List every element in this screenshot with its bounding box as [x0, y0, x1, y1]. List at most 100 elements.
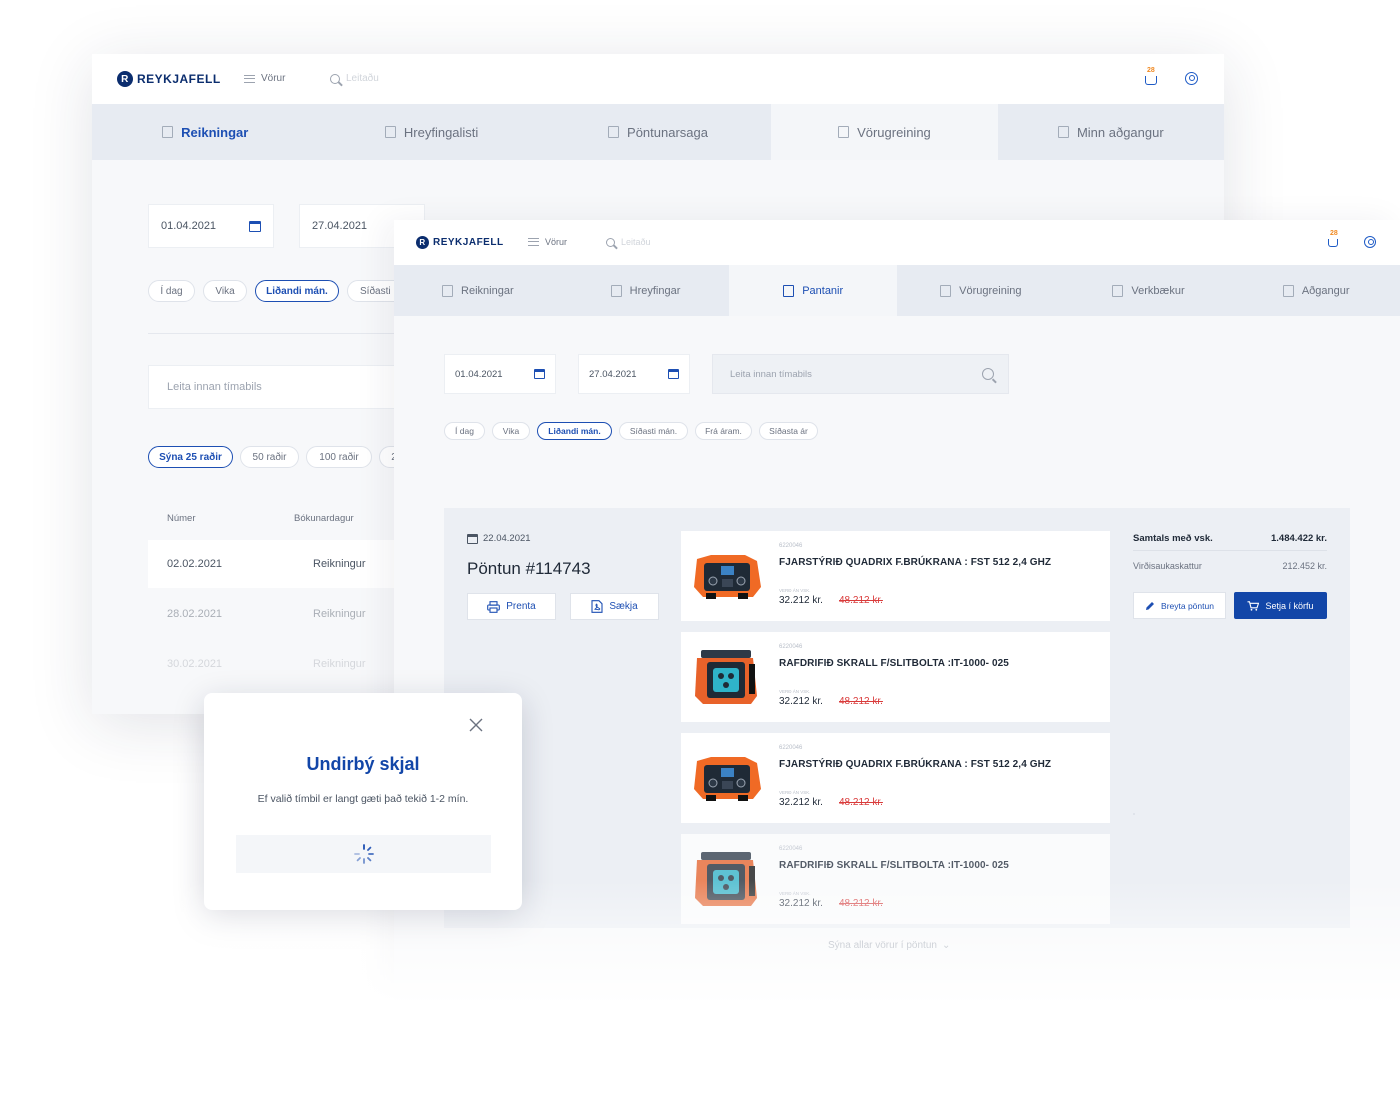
tab-reikningar[interactable]: Reikningar: [394, 265, 562, 316]
calendar-icon[interactable]: [249, 220, 261, 232]
close-icon[interactable]: [469, 718, 483, 732]
tab-adgangur[interactable]: Aðgangur: [1232, 265, 1400, 316]
chip-last-month[interactable]: Síðasti mán.: [619, 422, 688, 440]
order-product-row[interactable]: 6220046 RAFDRIFIÐ SKRALL F/SLITBOLTA :IT…: [681, 834, 1110, 924]
download-button[interactable]: Sækja: [570, 593, 659, 620]
chip-week[interactable]: Vika: [203, 280, 247, 302]
product-price: 32.212 kr.: [779, 595, 823, 606]
order-title: Pöntun #114743: [467, 559, 591, 578]
period-search-placeholder: Leita innan tímabils: [730, 368, 812, 380]
tab-vorugreining[interactable]: Vörugreining: [897, 265, 1065, 316]
vat-label: Virðisaukaskattur: [1133, 561, 1202, 571]
header-search-placeholder: Leitaðu: [621, 237, 651, 247]
chip-today[interactable]: Í dag: [444, 422, 485, 440]
cart-button[interactable]: 28: [1328, 230, 1338, 247]
date-to-field[interactable]: 27.04.2021: [578, 354, 690, 394]
col-header-number: Númer: [167, 513, 196, 524]
show-all-label: Sýna allar vörur í pöntun: [828, 940, 937, 951]
date-from-field[interactable]: 01.04.2021: [148, 204, 274, 248]
cart-button[interactable]: 28: [1145, 67, 1157, 85]
product-old-price: 48.212 kr.: [839, 696, 883, 707]
cart-count-badge: 28: [1330, 230, 1338, 237]
tab-reikningar[interactable]: Reikningar: [92, 104, 318, 160]
chevron-down-icon: ⌄: [941, 940, 951, 951]
user-account-icon[interactable]: [1364, 236, 1376, 248]
table-row[interactable]: 30.02.2021 Reikningur: [148, 640, 408, 688]
order-date-value: 22.04.2021: [483, 533, 531, 544]
products-menu[interactable]: Vörur: [528, 237, 567, 247]
product-name[interactable]: RAFDRIFIÐ SKRALL F/SLITBOLTA :IT-1000- 0…: [779, 860, 1009, 871]
chip-rows-25[interactable]: Sýna 25 raðir: [148, 446, 233, 468]
calendar-icon: [608, 126, 620, 138]
tab-pontunarsaga[interactable]: Pöntunarsaga: [545, 104, 771, 160]
chip-current-month[interactable]: Liðandi mán.: [255, 280, 339, 302]
invoice-icon: [442, 284, 454, 297]
front-window: R REYKJAFELL Vörur Leitaðu 28 Reikningar…: [394, 220, 1400, 1000]
show-all-products-link[interactable]: Sýna allar vörur í pöntun ⌄: [828, 940, 950, 951]
products-menu-label: Vörur: [261, 73, 286, 84]
header-search[interactable]: Leitaðu: [606, 237, 651, 247]
document-icon: [610, 284, 622, 297]
order-product-row[interactable]: 6220046 FJARSTÝRIÐ QUADRIX F.BRÚKRANA : …: [681, 733, 1110, 823]
calendar-icon: [783, 284, 795, 297]
add-to-cart-button[interactable]: Setja í körfu: [1234, 592, 1327, 619]
row-date: 30.02.2021: [167, 658, 223, 670]
divider: [148, 333, 398, 334]
printer-icon: [487, 600, 501, 613]
cart-icon: [1145, 76, 1157, 85]
product-old-price: 48.212 kr.: [839, 797, 883, 808]
product-name[interactable]: FJARSTÝRIÐ QUADRIX F.BRÚKRANA : FST 512 …: [779, 557, 1051, 568]
back-topbar: R REYKJAFELL Vörur Leitaðu 28: [92, 54, 1224, 104]
period-search-placeholder: Leita innan tímabils: [167, 381, 262, 393]
chip-today[interactable]: Í dag: [148, 280, 195, 302]
chip-current-month[interactable]: Liðandi mán.: [537, 422, 612, 440]
period-search-input[interactable]: Leita innan tímabils: [148, 365, 408, 409]
date-from-value: 01.04.2021: [161, 220, 217, 232]
chip-last-year[interactable]: Síðasta ár: [759, 422, 818, 440]
calendar-icon[interactable]: [534, 369, 545, 379]
products-menu[interactable]: Vörur: [244, 73, 285, 84]
chip-year-to-date[interactable]: Frá áram.: [695, 422, 752, 440]
order-date: 22.04.2021: [467, 533, 531, 544]
stage: R REYKJAFELL Vörur Leitaðu 28 Reikningar…: [0, 0, 1400, 1101]
price-label: VERÐ ÁN VSK.: [779, 891, 811, 896]
user-account-icon[interactable]: [1185, 72, 1198, 85]
tab-hreyfingalisti[interactable]: Hreyfingalisti: [318, 104, 544, 160]
order-product-row[interactable]: 6220046 RAFDRIFIÐ SKRALL F/SLITBOLTA :IT…: [681, 632, 1110, 722]
calendar-icon[interactable]: [668, 369, 679, 379]
search-icon[interactable]: [982, 368, 994, 380]
chip-rows-100[interactable]: 100 raðir: [306, 446, 372, 468]
account-icon: [1057, 126, 1069, 138]
product-old-price: 48.212 kr.: [839, 898, 883, 909]
back-tab-bar: Reikningar Hreyfingalisti Pöntunarsaga V…: [92, 104, 1224, 160]
edit-order-button[interactable]: Breyta pöntun: [1133, 592, 1226, 619]
tab-verkbaekur[interactable]: Verkbækur: [1065, 265, 1233, 316]
loading-area: [236, 835, 491, 873]
tab-vorugreining[interactable]: Vörugreining: [771, 104, 998, 160]
date-from-field[interactable]: 01.04.2021: [444, 354, 556, 394]
product-name[interactable]: RAFDRIFIÐ SKRALL F/SLITBOLTA :IT-1000- 0…: [779, 658, 1009, 669]
order-product-row[interactable]: 6220046 FJARSTÝRIÐ QUADRIX F.BRÚKRANA : …: [681, 531, 1110, 621]
tab-hreyfingar[interactable]: Hreyfingar: [562, 265, 730, 316]
period-search-input[interactable]: Leita innan tímabils: [712, 354, 1009, 394]
row-date: 02.02.2021: [167, 558, 223, 570]
header-search-placeholder: Leitaðu: [346, 73, 379, 84]
chip-rows-50[interactable]: 50 raðir: [240, 446, 299, 468]
product-name[interactable]: FJARSTÝRIÐ QUADRIX F.BRÚKRANA : FST 512 …: [779, 759, 1051, 770]
brand-logo[interactable]: R REYKJAFELL: [416, 236, 504, 249]
header-search[interactable]: Leitaðu: [330, 73, 379, 84]
chip-week[interactable]: Vika: [492, 422, 530, 440]
tab-label: Pantanir: [802, 284, 844, 297]
ratchet-tool-image: [695, 650, 757, 704]
front-tab-bar: Reikningar Hreyfingar Pantanir Vörugrein…: [394, 265, 1400, 316]
tab-pantanir[interactable]: Pantanir: [729, 265, 898, 316]
table-row[interactable]: 28.02.2021 Reikningur: [148, 590, 408, 638]
product-old-price: 48.212 kr.: [839, 595, 883, 606]
table-row[interactable]: 02.02.2021 Reikningur: [148, 540, 408, 588]
brand-logo[interactable]: R REYKJAFELL: [117, 71, 221, 87]
document-icon: [384, 126, 396, 138]
row-type: Reikningur: [313, 558, 366, 570]
print-button[interactable]: Prenta: [467, 593, 556, 620]
tab-minn-adgangur[interactable]: Minn aðgangur: [998, 104, 1224, 160]
tab-label: Verkbækur: [1131, 284, 1185, 297]
